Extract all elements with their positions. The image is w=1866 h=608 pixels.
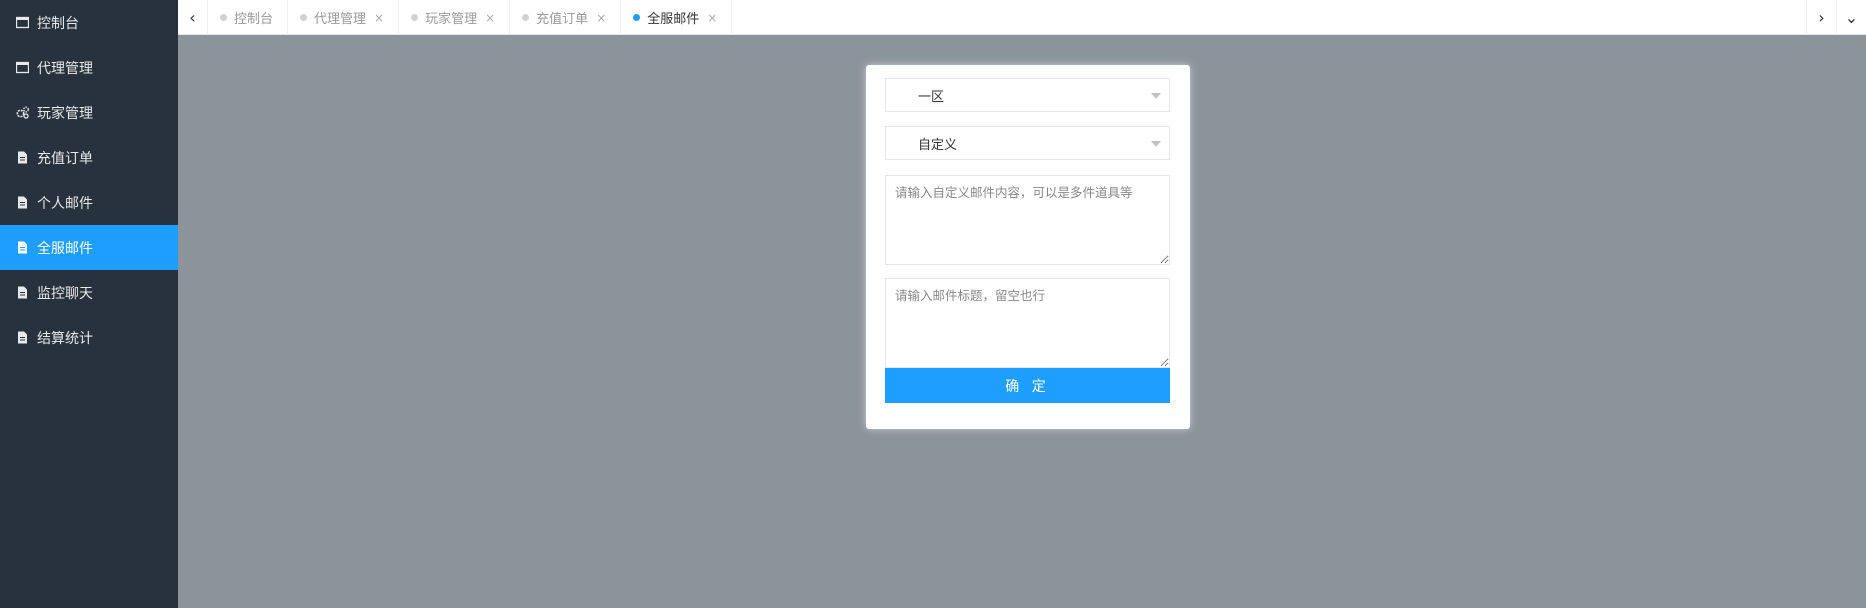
server-select[interactable]: 一区	[885, 78, 1170, 112]
window-icon	[16, 61, 29, 74]
sidebar: 控制台 代理管理 玩家管理 充值订单 个人邮件 全服邮件 监控聊天 结算统计	[0, 0, 178, 608]
sidebar-item-players[interactable]: 玩家管理	[0, 90, 178, 135]
tab-dot	[633, 14, 641, 21]
sidebar-item-agents[interactable]: 代理管理	[0, 45, 178, 90]
window-icon	[16, 16, 29, 29]
sidebar-item-label: 代理管理	[37, 60, 93, 77]
sidebar-item-label: 结算统计	[37, 330, 93, 347]
tab-recharge-orders[interactable]: 充值订单 ×	[510, 0, 622, 35]
mail-type-select-value: 自定义	[918, 137, 958, 153]
sidebar-item-label: 全服邮件	[37, 240, 93, 257]
file-icon	[16, 241, 29, 254]
tab-label: 全服邮件	[647, 12, 700, 27]
tab-label: 控制台	[234, 12, 274, 27]
mail-type-select[interactable]: 自定义	[885, 126, 1170, 160]
sidebar-item-label: 个人邮件	[37, 195, 93, 212]
tab-label: 玩家管理	[425, 12, 478, 27]
tab-dashboard[interactable]: 控制台	[208, 0, 289, 35]
sidebar-item-personal-mail[interactable]: 个人邮件	[0, 180, 178, 225]
close-icon[interactable]: ×	[596, 11, 606, 25]
close-icon[interactable]: ×	[374, 11, 384, 25]
tab-label: 代理管理	[314, 12, 367, 27]
caret-down-icon	[1151, 93, 1161, 99]
tab-players[interactable]: 玩家管理 ×	[399, 0, 511, 35]
tab-list: 控制台 代理管理 × 玩家管理 × 充值订单 × 全服邮件 ×	[208, 0, 733, 35]
tab-dot	[300, 14, 308, 21]
chevron-right-icon[interactable]: ›	[1806, 0, 1836, 35]
gears-icon	[16, 106, 29, 119]
close-icon[interactable]: ×	[707, 11, 717, 25]
tab-dot	[411, 14, 419, 21]
sidebar-item-chat-monitor[interactable]: 监控聊天	[0, 270, 178, 315]
file-icon	[16, 196, 29, 209]
sidebar-item-recharge-orders[interactable]: 充值订单	[0, 135, 178, 180]
server-mail-form: 一区 自定义 确 定	[866, 65, 1190, 429]
tab-server-mail[interactable]: 全服邮件 ×	[621, 0, 733, 35]
tab-label: 充值订单	[536, 12, 589, 27]
mail-title-textarea[interactable]	[885, 278, 1170, 368]
sidebar-item-label: 监控聊天	[37, 285, 93, 302]
sidebar-item-settlement-stats[interactable]: 结算统计	[0, 315, 178, 360]
confirm-button[interactable]: 确 定	[885, 368, 1170, 403]
file-icon	[16, 286, 29, 299]
mail-content-textarea[interactable]	[885, 175, 1170, 265]
chevron-down-icon[interactable]: ⌄	[1836, 0, 1866, 35]
sidebar-item-server-mail[interactable]: 全服邮件	[0, 225, 178, 270]
file-icon	[16, 331, 29, 344]
sidebar-item-label: 控制台	[37, 15, 79, 32]
sidebar-item-label: 玩家管理	[37, 105, 93, 122]
sidebar-item-label: 充值订单	[37, 150, 93, 167]
caret-down-icon	[1151, 141, 1161, 147]
tab-bar: ‹ 控制台 代理管理 × 玩家管理 × 充值订单 × 全服邮件 × › ⌄	[178, 0, 1866, 35]
sidebar-item-dashboard[interactable]: 控制台	[0, 0, 178, 45]
tab-dot	[220, 14, 227, 21]
file-icon	[16, 151, 29, 164]
server-select-value: 一区	[918, 89, 945, 105]
close-icon[interactable]: ×	[485, 11, 495, 25]
tab-agents[interactable]: 代理管理 ×	[288, 0, 400, 35]
tab-dot	[522, 14, 530, 21]
chevron-left-icon[interactable]: ‹	[178, 0, 208, 35]
